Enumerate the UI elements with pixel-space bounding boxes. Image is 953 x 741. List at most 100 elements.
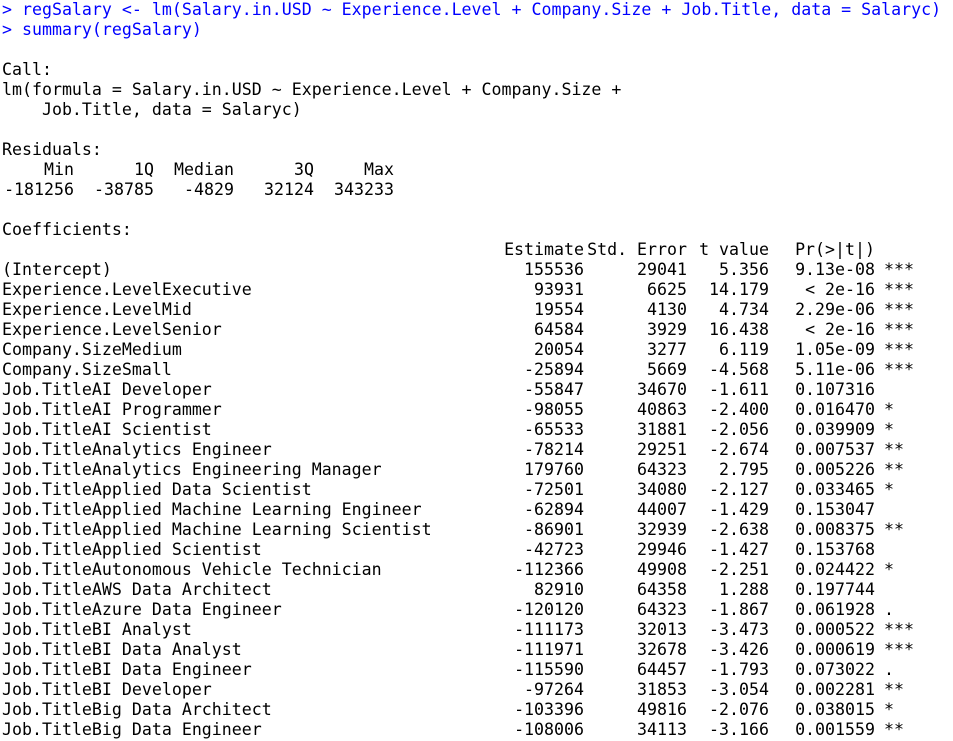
coef-std-error: 64457 <box>637 660 687 679</box>
coef-estimate: -72501 <box>524 480 584 499</box>
coefficient-row: Job.TitleBI Analyst -111173 32013 -3.473 0.0… <box>2 620 953 640</box>
coef-std-error: 31853 <box>637 680 687 699</box>
coef-signif: *** <box>884 360 914 379</box>
coef-t-value: -2.076 <box>709 700 769 719</box>
coef-name: Experience.LevelExecutive <box>2 280 252 299</box>
coef-name: Job.TitleApplied Data Scientist <box>2 480 312 499</box>
coef-estimate: -120120 <box>514 600 584 619</box>
t-value-header: t value <box>699 240 769 259</box>
coef-std-error: 5669 <box>647 360 687 379</box>
coef-signif: * <box>884 480 894 499</box>
coef-name: Job.TitleBig Data Engineer <box>2 720 262 739</box>
coef-t-value: -3.166 <box>709 720 769 739</box>
coef-estimate: -86901 <box>524 520 584 539</box>
coef-p-value: 9.13e-08 <box>795 260 875 279</box>
coef-name: Job.TitleAzure Data Engineer <box>2 600 282 619</box>
coef-std-error: 29251 <box>637 440 687 459</box>
coef-name: Company.SizeMedium <box>2 340 182 359</box>
coef-estimate: -62894 <box>524 500 584 519</box>
coef-name: Job.TitleApplied Machine Learning Scient… <box>2 520 432 539</box>
coef-p-value: 5.11e-06 <box>795 360 875 379</box>
coef-signif: *** <box>884 340 914 359</box>
residuals-label: Residuals: <box>2 140 102 159</box>
coef-p-value: 0.153768 <box>795 540 875 559</box>
coef-p-value: 0.000619 <box>795 640 875 659</box>
residuals-header: 1Q <box>134 160 154 179</box>
coef-name: Job.TitleAnalytics Engineer <box>2 440 272 459</box>
call-formula-line: lm(formula = Salary.in.USD ~ Experience.… <box>2 80 622 99</box>
residuals-value: -4829 <box>184 180 234 199</box>
coef-signif: *** <box>884 300 914 319</box>
coef-p-value: 0.073022 <box>795 660 875 679</box>
coef-std-error: 32013 <box>637 620 687 639</box>
coef-t-value: -2.251 <box>709 560 769 579</box>
coef-p-value: 0.007537 <box>795 440 875 459</box>
coef-std-error: 34670 <box>637 380 687 399</box>
residuals-header: Min <box>44 160 74 179</box>
coef-t-value: -1.429 <box>709 500 769 519</box>
coef-name: (Intercept) <box>2 260 112 279</box>
coef-name: Job.TitleAnalytics Engineering Manager <box>2 460 382 479</box>
coef-std-error: 64358 <box>637 580 687 599</box>
coefficient-row: Job.TitleBig Data Engineer -108006 34113 -3… <box>2 720 953 740</box>
coef-p-value: 0.033465 <box>795 480 875 499</box>
coef-p-value: 0.005226 <box>795 460 875 479</box>
coef-name: Job.TitleAWS Data Architect <box>2 580 272 599</box>
coefficient-row: Job.TitleApplied Data Scientist -72501 340… <box>2 480 953 500</box>
coef-p-value: 0.024422 <box>795 560 875 579</box>
call-formula-line: Job.Title, data = Salaryc) <box>2 100 302 119</box>
coef-std-error: 44007 <box>637 500 687 519</box>
coef-std-error: 3929 <box>647 320 687 339</box>
coefficient-row: Company.SizeSmall -25894 5669 -4.568 5.11e-0… <box>2 360 953 380</box>
coefficient-row: Job.TitleAnalytics Engineer -78214 29251 -2… <box>2 440 953 460</box>
coef-name: Job.TitleAI Programmer <box>2 400 222 419</box>
coefficient-row: Job.TitleAI Scientist -65533 31881 -2.056 0.… <box>2 420 953 440</box>
coef-name: Job.TitleApplied Scientist <box>2 540 262 559</box>
coef-signif: ** <box>884 520 904 539</box>
coef-std-error: 64323 <box>637 460 687 479</box>
command-line-summary: > summary(regSalary) <box>2 20 202 39</box>
coefficients-label: Coefficients: <box>2 220 132 239</box>
coef-signif: * <box>884 700 894 719</box>
coefficient-row: Job.TitleAWS Data Architect 82910 64358 1.2… <box>2 580 953 600</box>
coef-p-value: 0.000522 <box>795 620 875 639</box>
coef-t-value: 16.438 <box>709 320 769 339</box>
coef-p-value: 0.001559 <box>795 720 875 739</box>
coef-estimate: 19554 <box>534 300 584 319</box>
coef-signif: *** <box>884 320 914 339</box>
coef-std-error: 29041 <box>637 260 687 279</box>
command-line-lm: > regSalary <- lm(Salary.in.USD ~ Experi… <box>2 0 942 19</box>
coef-name: Job.TitleAutonomous Vehicle Technician <box>2 560 382 579</box>
coef-std-error: 64323 <box>637 600 687 619</box>
r-console-output[interactable]: > regSalary <- lm(Salary.in.USD ~ Experi… <box>0 0 953 741</box>
coef-t-value: -1.867 <box>709 600 769 619</box>
coef-name: Job.TitleBI Developer <box>2 680 212 699</box>
coef-name: Job.TitleBI Data Analyst <box>2 640 242 659</box>
coef-estimate: -111173 <box>514 620 584 639</box>
residuals-header: Median <box>174 160 234 179</box>
coef-estimate: -108006 <box>514 720 584 739</box>
coef-estimate: 179760 <box>524 460 584 479</box>
coef-std-error: 3277 <box>647 340 687 359</box>
coefficient-row: Job.TitleBI Developer -97264 31853 -3.054 0.… <box>2 680 953 700</box>
coefficients-header-row: Estimate Std. Error t value Pr(>|t|) <box>2 240 953 260</box>
coef-t-value: -3.426 <box>709 640 769 659</box>
coefficient-row: Job.TitleAI Developer -55847 34670 -1.611 0.… <box>2 380 953 400</box>
coefficients-table: (Intercept) 155536 29041 5.356 9.13e-08 *** Ex… <box>2 260 953 740</box>
coef-signif: * <box>884 420 894 439</box>
coef-estimate: -55847 <box>524 380 584 399</box>
coefficient-row: Job.TitleAI Programmer -98055 40863 -2.400 0… <box>2 400 953 420</box>
coef-std-error: 34080 <box>637 480 687 499</box>
coef-t-value: -2.127 <box>709 480 769 499</box>
coef-signif: ** <box>884 440 904 459</box>
coef-std-error: 4130 <box>647 300 687 319</box>
coef-estimate: 93931 <box>534 280 584 299</box>
coef-std-error: 29946 <box>637 540 687 559</box>
coef-t-value: -3.473 <box>709 620 769 639</box>
coefficient-row: Experience.LevelSenior 64584 3929 16.438 < 2… <box>2 320 953 340</box>
coef-name: Job.TitleAI Scientist <box>2 420 212 439</box>
coef-signif: *** <box>884 620 914 639</box>
coef-t-value: -1.611 <box>709 380 769 399</box>
coef-p-value: 0.153047 <box>795 500 875 519</box>
